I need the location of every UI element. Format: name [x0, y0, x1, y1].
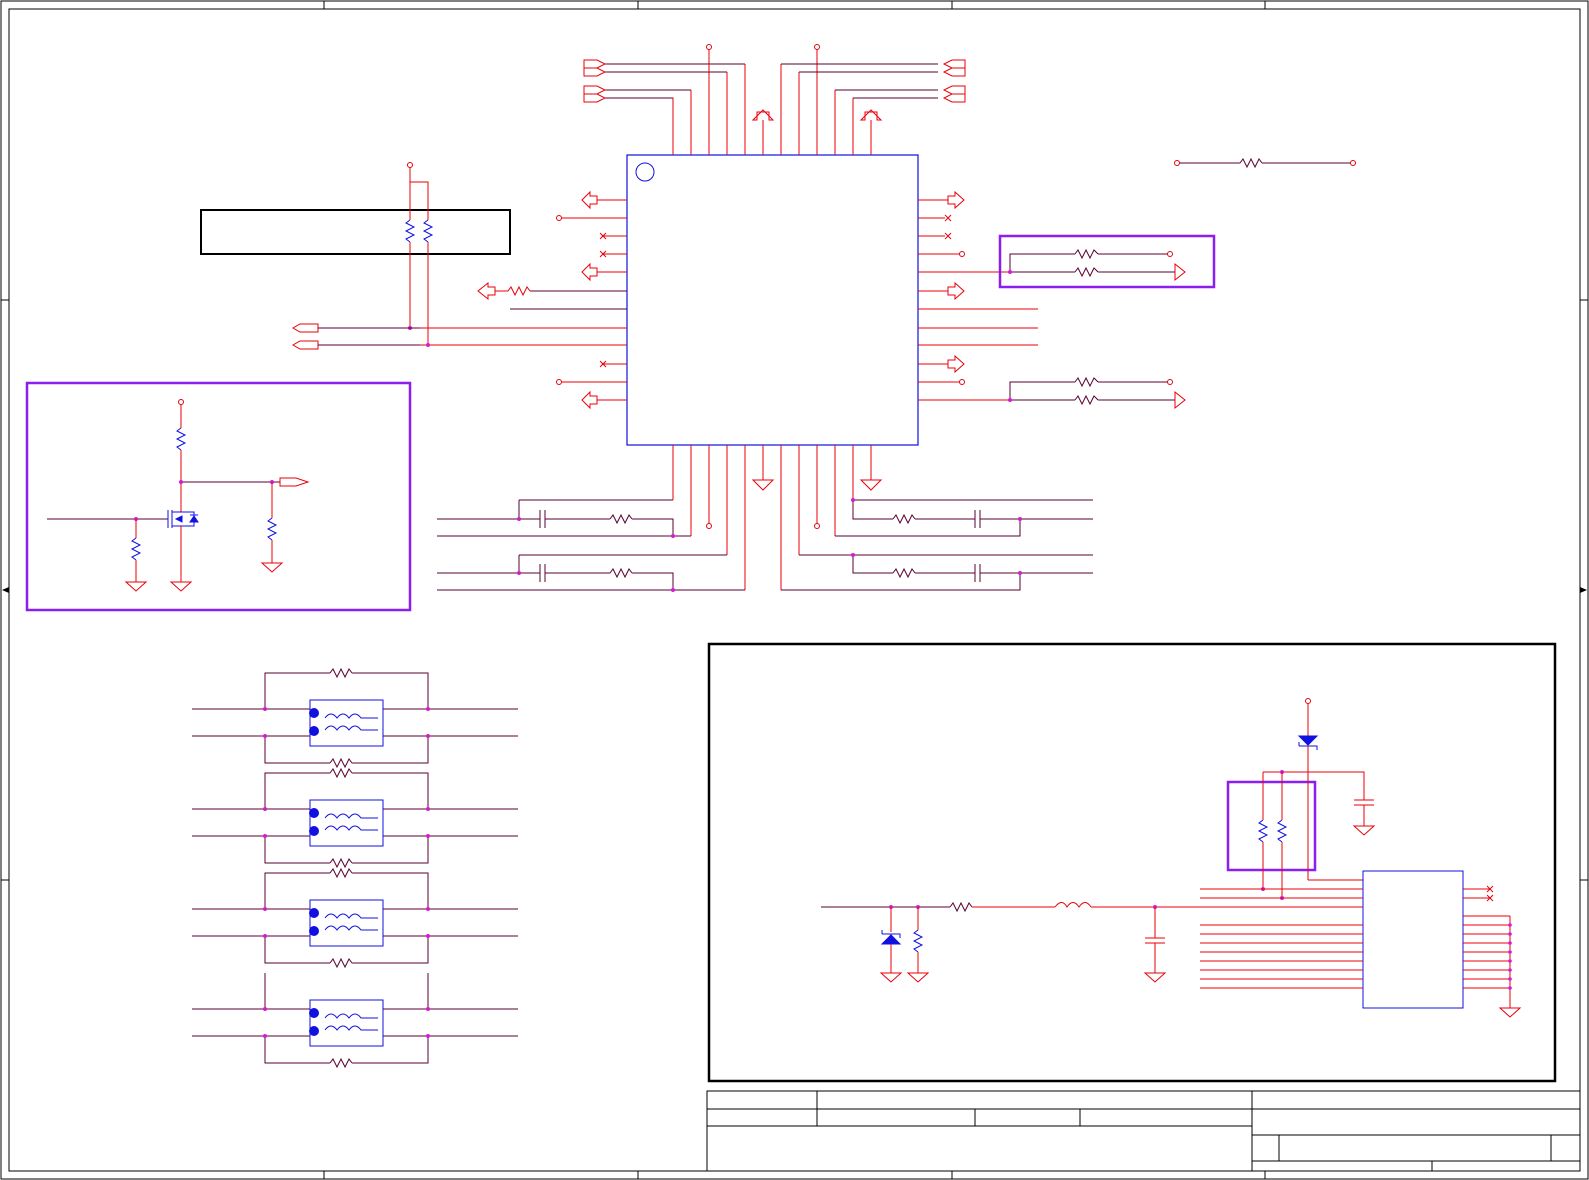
ground-triangle-icon [1143, 972, 1167, 983]
resistor-icon [1074, 248, 1099, 260]
note-box-pullups [200, 162, 511, 350]
ic-right-symbols [944, 190, 965, 385]
port-icon [583, 85, 607, 95]
ground-triangle-icon [1352, 825, 1376, 836]
resistor-icon [892, 567, 916, 579]
resistor-icon [609, 513, 633, 525]
usb-connector-block [707, 642, 1557, 1083]
main-ic [420, 48, 1038, 590]
right-resistor-network-upper [998, 234, 1216, 289]
resistor-icon [1074, 394, 1099, 406]
left-offpage-port-icon [291, 323, 319, 333]
right-arrow-port-icon [947, 190, 965, 210]
choke-3 [192, 867, 518, 969]
ground-triangle-icon [260, 562, 284, 573]
resistor-icon [1239, 157, 1263, 169]
port-icon [583, 93, 607, 103]
resistor-icon [1074, 376, 1099, 388]
resistor-icon [949, 901, 973, 913]
port-icon [942, 93, 966, 103]
resistor-icon [329, 757, 353, 769]
no-connect-x-icon [944, 232, 952, 240]
resistor-icon [329, 767, 353, 779]
port-icon [942, 85, 966, 95]
resistor-icon [329, 867, 353, 879]
resistor-icon [266, 517, 278, 541]
port-icon [942, 59, 966, 69]
ic-left-pins [420, 199, 627, 401]
ic-right-pins [918, 199, 1038, 401]
no-connect-x-icon [944, 214, 952, 222]
ground-triangle-icon [124, 581, 148, 592]
resistor-icon [1257, 819, 1269, 843]
ic-bottom-pins [672, 445, 872, 590]
right-arrow-port-icon [947, 354, 965, 374]
mosfet-icon [167, 510, 199, 528]
ic-left-symbols [477, 190, 607, 410]
resistor-icon [1276, 819, 1288, 843]
ground-triangle-icon [906, 972, 930, 983]
ferrite-inductor-icon [1054, 902, 1092, 908]
pin1-marker-icon [635, 162, 655, 182]
top-offpage-ports [583, 59, 966, 103]
top-power-pins [706, 44, 820, 50]
port-icon [583, 67, 607, 77]
resistor-icon [329, 857, 353, 869]
common-mode-chokes [192, 667, 518, 1069]
resistor-icon [422, 219, 434, 243]
resistor-icon [609, 567, 633, 579]
resistor-icon [130, 537, 142, 561]
right-arrow-port-icon [1174, 390, 1186, 410]
left-arrow-port-icon [581, 190, 598, 210]
choke-2 [192, 767, 518, 869]
port-icon [583, 59, 607, 69]
resistor-icon [892, 513, 916, 525]
left-arrow-port-icon [581, 390, 598, 410]
choke-4 [192, 973, 518, 1069]
ic-bottom-right-network [781, 498, 1093, 591]
schematic-sheet [0, 0, 1589, 1180]
ground-triangle-icon [879, 972, 903, 983]
port-icon [279, 477, 310, 487]
left-arrow-port-icon [581, 262, 598, 282]
resistor-icon [404, 219, 416, 243]
right-resistor-network-lower [1008, 376, 1186, 410]
choke-1 [192, 667, 518, 769]
left-pin-nets [510, 290, 627, 310]
ground-triangle-icon [1498, 1007, 1522, 1018]
resistor-icon [329, 667, 353, 679]
title-block [706, 1090, 1581, 1172]
right-arrow-port-icon [1174, 262, 1186, 282]
ic-bottom-left-network [437, 499, 745, 592]
connector-body [1362, 870, 1464, 1009]
mosfet-circuit [25, 381, 412, 612]
port-icon [942, 67, 966, 77]
resistor-icon [1074, 266, 1099, 278]
tvs-diode-icon [880, 930, 902, 945]
resistor-icon [912, 929, 924, 953]
left-arrow-port-icon [477, 281, 496, 301]
resistor-icon [175, 427, 187, 451]
resistor-icon [495, 285, 531, 297]
resistor-icon [329, 1057, 353, 1069]
right-arrow-port-icon [947, 281, 965, 301]
left-offpage-port-icon [291, 340, 319, 350]
bottom-power-pins [706, 523, 820, 529]
ground-triangle-icon [169, 581, 193, 592]
ic-top-nets [605, 63, 938, 110]
standalone-resistor [1174, 157, 1356, 169]
resistor-icon [329, 957, 353, 969]
